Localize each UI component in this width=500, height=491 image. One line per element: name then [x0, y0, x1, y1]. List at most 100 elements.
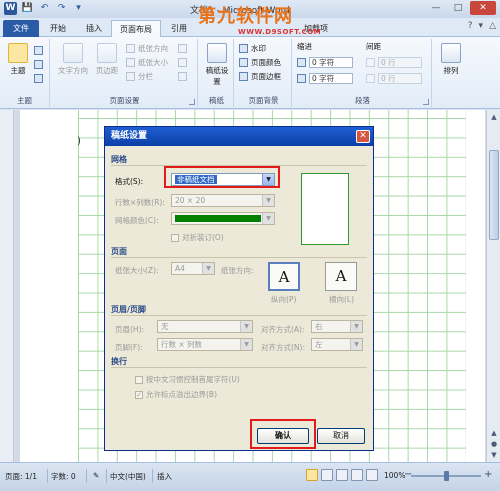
header-align-label: 对齐方式(A):: [261, 325, 305, 334]
watermark-label: 水印: [251, 44, 266, 53]
text-direction-button[interactable]: 文字方向: [56, 43, 90, 76]
spacing-before-input[interactable]: 0 行: [378, 57, 422, 68]
undo-icon[interactable]: ↶: [38, 2, 51, 15]
page-setup-launcher-icon[interactable]: [189, 99, 195, 105]
browse-object-icon[interactable]: ●: [489, 439, 499, 449]
paragraph-launcher-icon[interactable]: [423, 99, 429, 105]
window-controls: — □ ✕: [426, 1, 496, 15]
word-count[interactable]: 字数: 0: [51, 471, 76, 482]
margins-button[interactable]: 页边距: [92, 43, 122, 76]
language-indicator[interactable]: 中文(中国): [110, 471, 146, 482]
dialog-close-button[interactable]: ✕: [356, 130, 370, 143]
indent-right-input[interactable]: 0 字符: [309, 73, 353, 84]
manuscript-settings-button[interactable]: 稿纸设置: [203, 43, 231, 87]
spelling-check-icon[interactable]: ✎: [93, 471, 99, 480]
watermark-button[interactable]: 水印: [239, 43, 266, 54]
zoom-level[interactable]: 100%: [384, 471, 405, 480]
fold-print-checkbox[interactable]: 对折装订(O): [171, 232, 224, 243]
help-icon[interactable]: ?: [468, 21, 473, 31]
orientation-label: 纸张方向:: [221, 266, 254, 275]
indent-left-input[interactable]: 0 字符: [309, 57, 353, 68]
insert-mode-indicator[interactable]: 插入: [157, 471, 172, 482]
tab-home[interactable]: 开始: [42, 20, 74, 37]
spacing-after-spinner[interactable]: 0 行: [366, 73, 422, 84]
arrange-button[interactable]: 排列: [437, 43, 465, 76]
chevron-down-icon[interactable]: ▼: [240, 339, 252, 350]
web-layout-view-icon[interactable]: [336, 469, 348, 481]
zoom-slider-knob[interactable]: [444, 471, 449, 481]
theme-button[interactable]: 主题: [4, 43, 32, 76]
ribbon-options-icon[interactable]: ▾: [479, 21, 484, 31]
landscape-option[interactable]: A: [325, 262, 357, 291]
prev-page-icon[interactable]: ▲: [489, 428, 499, 438]
footer-dropdown[interactable]: 行数 × 列数 ▼: [157, 338, 253, 351]
line-numbers-button[interactable]: [178, 57, 187, 68]
spacing-after-input[interactable]: 0 行: [378, 73, 422, 84]
theme-fonts-button[interactable]: [34, 59, 43, 70]
draft-view-icon[interactable]: [366, 469, 378, 481]
checkbox-box[interactable]: [171, 233, 179, 242]
tab-insert[interactable]: 插入: [78, 20, 110, 37]
theme-effects-button[interactable]: [34, 73, 43, 84]
customize-qat-icon[interactable]: ▾: [72, 2, 85, 15]
minimize-ribbon-icon[interactable]: △: [489, 21, 496, 31]
checkbox-box[interactable]: [135, 375, 143, 384]
spacing-before-spinner[interactable]: 0 行: [366, 57, 422, 68]
theme-colors-button[interactable]: [34, 45, 43, 56]
chevron-down-icon[interactable]: ▼: [350, 321, 362, 332]
outline-view-icon[interactable]: [351, 469, 363, 481]
chevron-down-icon[interactable]: ▼: [240, 321, 252, 332]
chevron-down-icon[interactable]: ▼: [350, 339, 362, 350]
paper-size-dropdown[interactable]: A4 ▼: [171, 262, 215, 275]
scroll-up-icon[interactable]: ▲: [489, 112, 499, 122]
hyphenation-button[interactable]: [178, 71, 187, 82]
print-layout-view-icon[interactable]: [306, 469, 318, 481]
zoom-in-button[interactable]: +: [484, 469, 492, 480]
indent-left-spinner[interactable]: 0 字符: [297, 57, 353, 68]
header-dropdown[interactable]: 无 ▼: [157, 320, 253, 333]
portrait-option[interactable]: A: [268, 262, 300, 291]
maximize-button[interactable]: □: [448, 1, 468, 15]
full-screen-reading-view-icon[interactable]: [321, 469, 333, 481]
portrait-label: 纵向(P): [271, 295, 297, 304]
scrollbar-thumb[interactable]: [489, 150, 499, 240]
tab-page-layout[interactable]: 页面布局: [111, 20, 161, 37]
wrap-option-1-checkbox[interactable]: 按中文习惯控制首尾字符(U): [135, 374, 240, 385]
checkbox-checked-box[interactable]: ✓: [135, 390, 143, 399]
tab-file[interactable]: 文件: [3, 20, 39, 37]
chevron-down-icon[interactable]: ▼: [262, 213, 274, 224]
paper-size-label: 纸张大小: [138, 58, 168, 67]
rows-cols-dropdown[interactable]: 20 × 20 ▼: [171, 194, 275, 207]
next-page-icon[interactable]: ▼: [489, 450, 499, 460]
breaks-button[interactable]: [178, 43, 187, 54]
chevron-down-icon[interactable]: ▼: [202, 263, 214, 274]
redo-icon[interactable]: ↷: [55, 2, 68, 15]
close-window-button[interactable]: ✕: [470, 1, 496, 15]
vertical-scrollbar[interactable]: ▲ ▲ ● ▼: [486, 110, 500, 462]
page-border-button[interactable]: 页面边框: [239, 71, 281, 82]
page-count[interactable]: 页面: 1/1: [5, 471, 37, 482]
header-align-dropdown[interactable]: 右 ▼: [311, 320, 363, 333]
page-border-label: 页面边框: [251, 72, 281, 81]
wrap-option-2-checkbox[interactable]: ✓ 允许标点溢出边界(B): [135, 389, 217, 400]
page-left-margin: [20, 110, 78, 462]
footer-align-dropdown[interactable]: 左 ▼: [311, 338, 363, 351]
columns-button[interactable]: 分栏: [126, 71, 153, 82]
landscape-label: 横向(L): [329, 295, 355, 304]
manuscript-icon: [207, 43, 227, 63]
header-value: 无: [161, 322, 169, 331]
save-icon[interactable]: 💾: [21, 2, 34, 15]
tab-references[interactable]: 引用: [163, 20, 195, 37]
paper-size-button[interactable]: 纸张大小: [126, 57, 168, 68]
paper-orientation-button[interactable]: 纸张方向: [126, 43, 168, 54]
paragraph-group: 缩进 间距 0 字符 0 字符 0 行 0 行 段落: [294, 39, 432, 107]
minimize-button[interactable]: —: [426, 1, 446, 15]
ribbon: 主题 主题 文字方向 页边距 纸张方向 纸张大小 分栏 页面设置 稿纸设置 稿纸: [0, 37, 500, 109]
zoom-slider[interactable]: [411, 471, 481, 481]
format-highlight-box: [164, 166, 280, 188]
grid-color-dropdown[interactable]: ▼: [171, 212, 275, 225]
page-color-button[interactable]: 页面颜色: [239, 57, 281, 68]
indent-right-spinner[interactable]: 0 字符: [297, 73, 353, 84]
chevron-down-icon[interactable]: ▼: [262, 195, 274, 206]
cancel-button[interactable]: 取消: [317, 428, 365, 444]
